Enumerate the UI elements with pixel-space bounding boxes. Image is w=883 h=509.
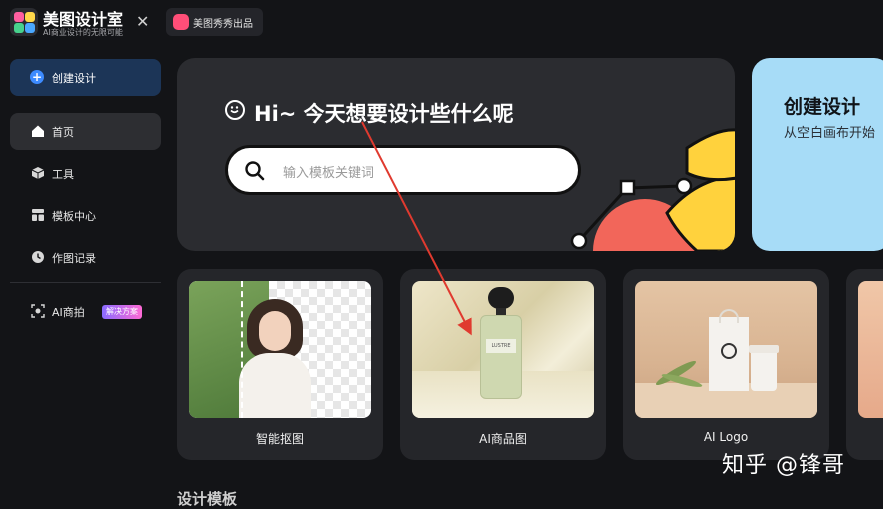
annotation-arrow [361, 121, 472, 336]
watermark-text: 知乎 @锋哥 [722, 453, 845, 478]
